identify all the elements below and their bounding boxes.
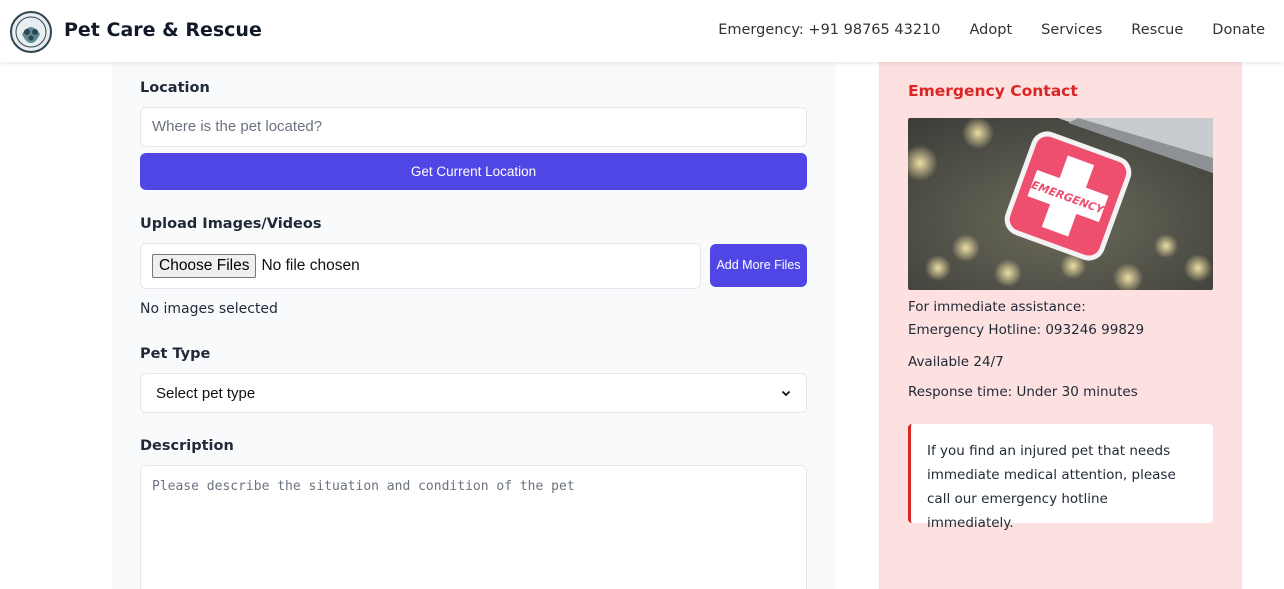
response-time-text: Response time: Under 30 minutes <box>908 384 1138 400</box>
nav-adopt[interactable]: Adopt <box>970 22 1013 38</box>
location-label: Location <box>140 80 210 96</box>
get-current-location-button[interactable]: Get Current Location <box>140 153 807 190</box>
brand-name[interactable]: Pet Care & Rescue <box>64 19 262 41</box>
file-status-text: No file chosen <box>261 257 360 274</box>
emergency-contact-panel: Emergency Contact EMERGENCY For immediat… <box>879 62 1242 589</box>
rescue-form-panel: Location Where is the pet located? Get C… <box>112 62 836 589</box>
availability-text: Available 24/7 <box>908 354 1004 370</box>
description-textarea[interactable]: Please describe the situation and condit… <box>140 465 807 589</box>
upload-label: Upload Images/Videos <box>140 216 322 232</box>
nav-rescue[interactable]: Rescue <box>1131 22 1183 38</box>
file-input[interactable]: Choose Files No file chosen <box>140 243 701 289</box>
hotline-line: Emergency Hotline: 093246 99829 <box>908 322 1145 338</box>
pet-type-selected-value: Select pet type <box>156 384 256 402</box>
emergency-notice-box: If you find an injured pet that needs im… <box>908 424 1213 531</box>
nav-services[interactable]: Services <box>1041 22 1102 38</box>
chevron-down-icon <box>781 390 791 397</box>
images-status-text: No images selected <box>140 301 278 317</box>
top-navbar: Pet Care & Rescue Emergency: +91 98765 4… <box>0 0 1284 62</box>
pet-type-label: Pet Type <box>140 346 211 362</box>
pet-care-logo-icon[interactable] <box>8 10 54 54</box>
description-label: Description <box>140 438 234 454</box>
main-nav: Emergency: +91 98765 43210 Adopt Service… <box>718 22 1265 38</box>
choose-files-button[interactable]: Choose Files <box>152 254 257 278</box>
add-more-files-button[interactable]: Add More Files <box>710 244 807 287</box>
nav-emergency-phone[interactable]: Emergency: +91 98765 43210 <box>718 22 940 38</box>
emergency-contact-title: Emergency Contact <box>908 82 1078 100</box>
location-input[interactable]: Where is the pet located? <box>140 107 807 147</box>
assistance-line: For immediate assistance: <box>908 299 1086 315</box>
nav-donate[interactable]: Donate <box>1212 22 1265 38</box>
emergency-sign-image: EMERGENCY <box>908 118 1213 290</box>
pet-type-select[interactable]: Select pet type <box>140 373 807 413</box>
